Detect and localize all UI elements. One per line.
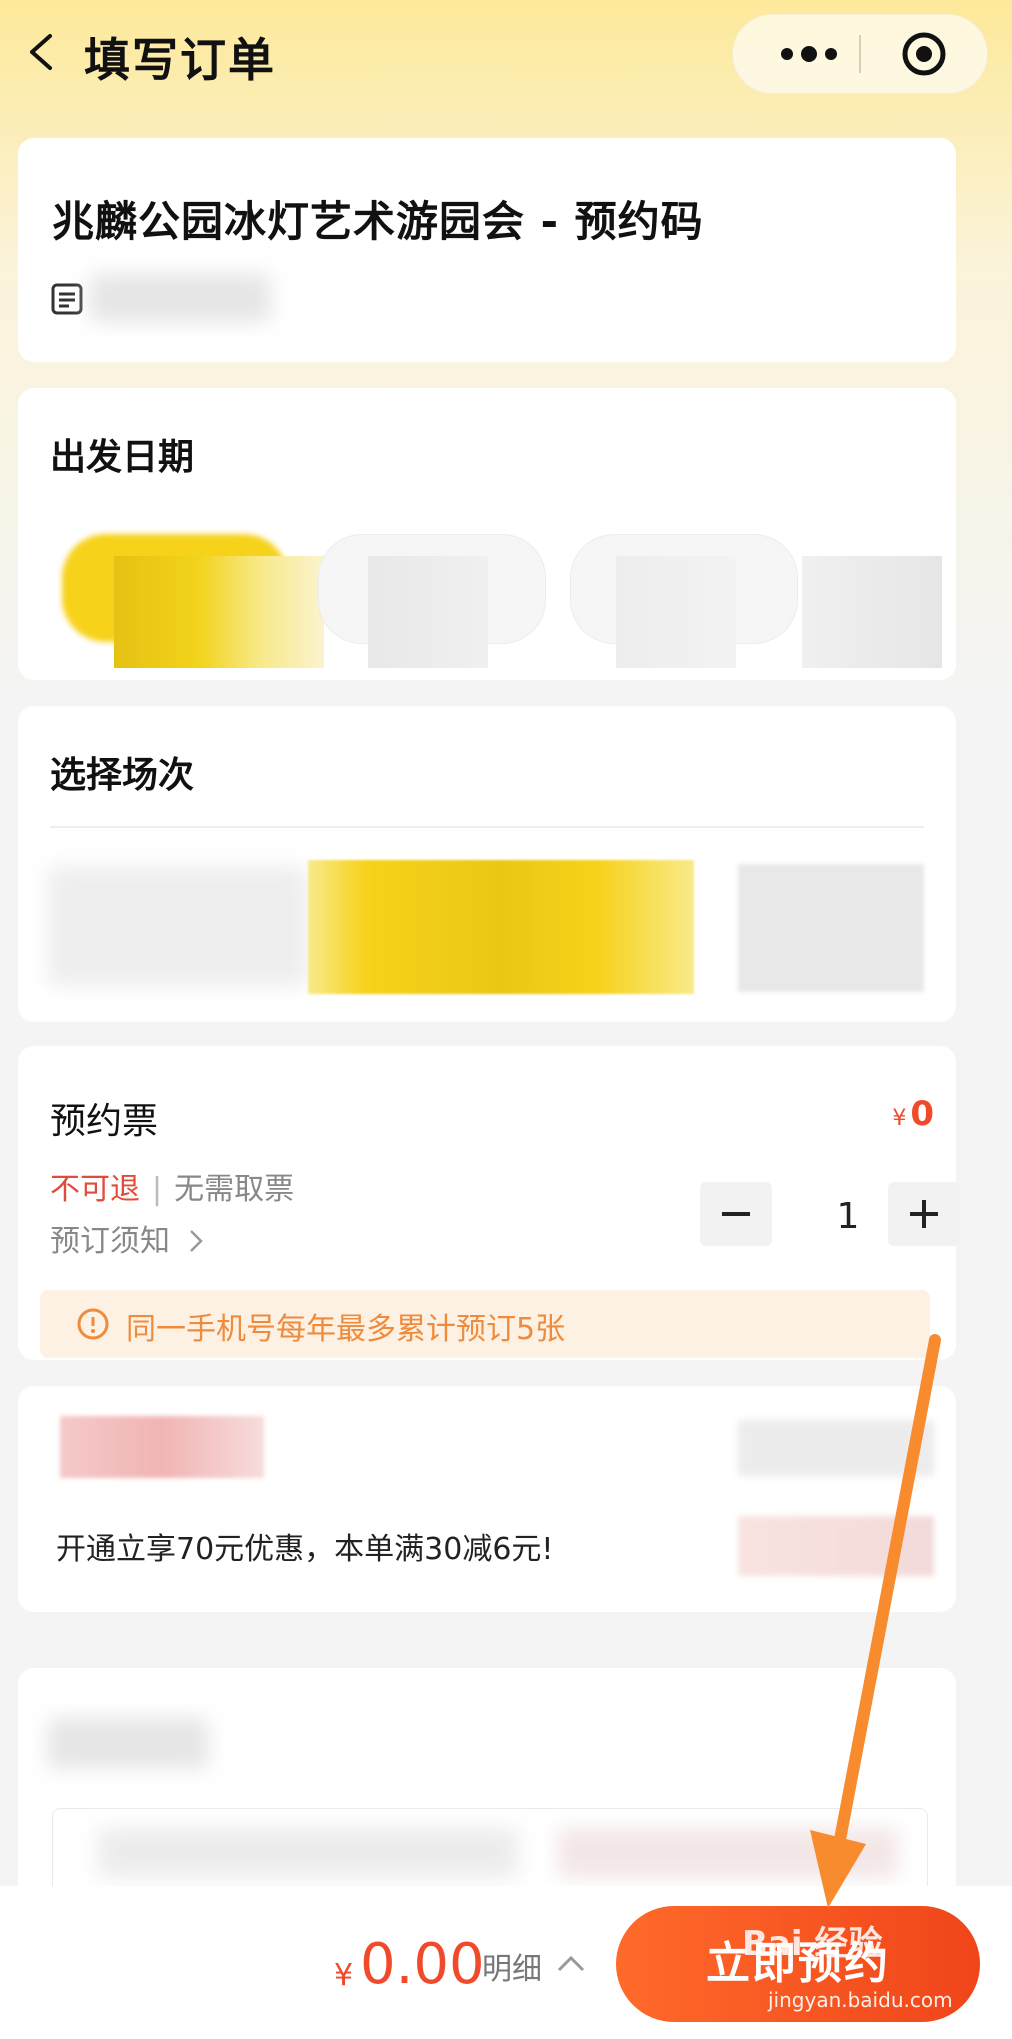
increase-quantity-button[interactable] xyxy=(888,1182,960,1246)
date-section-title: 出发日期 xyxy=(50,437,195,478)
more-dots-icon[interactable] xyxy=(769,37,849,71)
session-option-selected[interactable] xyxy=(308,860,694,994)
chevron-up-icon[interactable] xyxy=(554,1946,588,1980)
info-icon xyxy=(77,1308,109,1340)
redacted-info xyxy=(90,274,270,322)
quantity-value: 1 xyxy=(836,1196,860,1237)
redacted-date xyxy=(368,556,488,668)
back-arrow-icon[interactable] xyxy=(20,30,64,74)
session-section-title: 选择场次 xyxy=(50,755,195,796)
minus-icon xyxy=(722,1212,750,1216)
product-card: 兆麟公园冰灯艺术游园会 - 预约码 xyxy=(18,138,956,362)
session-option[interactable] xyxy=(48,866,308,986)
page-title: 填写订单 xyxy=(84,33,276,87)
session-option[interactable] xyxy=(738,864,924,992)
redacted-date xyxy=(616,556,736,668)
baidu-watermark: Bai 经验 xyxy=(742,1924,883,1964)
ticket-name: 预约票 xyxy=(50,1101,159,1142)
calendar-more[interactable] xyxy=(802,556,942,668)
product-name: 兆麟公园冰灯艺术游园会 - 预约码 xyxy=(52,197,704,246)
redacted-section-title xyxy=(48,1718,208,1768)
miniprogram-capsule xyxy=(732,14,988,94)
annotation-arrow-icon xyxy=(810,1334,941,1908)
document-icon xyxy=(51,283,83,315)
ticket-price: ¥0 xyxy=(892,1094,934,1134)
non-refundable-tag: 不可退 xyxy=(50,1172,140,1207)
date-card: 出发日期 xyxy=(18,388,956,680)
watermark-url: jingyan.baidu.com xyxy=(768,1988,953,2012)
no-pickup-tag: 无需取票 xyxy=(174,1172,295,1207)
decrease-quantity-button[interactable] xyxy=(700,1182,772,1246)
promo-text: 开通立享70元优惠，本单满30减6元! xyxy=(56,1532,554,1567)
capsule-divider xyxy=(859,35,861,73)
plus-icon xyxy=(910,1200,938,1228)
nav-bar: 填写订单 xyxy=(0,0,1012,120)
redacted-contact xyxy=(98,1828,518,1878)
divider xyxy=(50,826,924,828)
redacted-member-logo xyxy=(60,1416,264,1478)
session-card: 选择场次 xyxy=(18,706,956,1022)
price-detail-link[interactable]: 明细 xyxy=(482,1944,542,1988)
chevron-right-icon xyxy=(189,1230,203,1252)
close-miniprogram-icon[interactable] xyxy=(901,31,947,77)
booking-notice-link[interactable]: 预订须知 xyxy=(50,1216,206,1260)
redacted-date xyxy=(114,556,324,668)
ticket-tags: 不可退 | 无需取票 xyxy=(50,1172,295,1207)
total-currency: ¥ xyxy=(334,1958,354,1993)
total-price: 0.00 xyxy=(360,1932,485,1997)
ticket-card: 预约票 ¥0 不可退 | 无需取票 预订须知 1 同一手机号每年最多累计预订5张 xyxy=(18,1046,960,1360)
